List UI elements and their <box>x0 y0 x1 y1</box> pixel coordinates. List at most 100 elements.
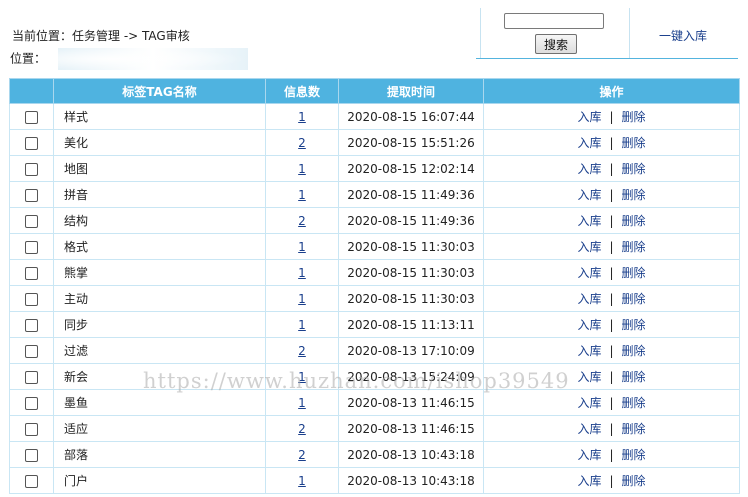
one-click-import-link[interactable]: 一键入库 <box>659 27 707 44</box>
accept-link[interactable]: 入库 <box>577 318 601 332</box>
count-cell: 2 <box>265 337 339 364</box>
delete-link[interactable]: 删除 <box>622 240 646 254</box>
actions-cell: 入库 | 删除 <box>483 233 740 260</box>
row-checkbox[interactable] <box>25 344 38 358</box>
row-select-cell <box>9 415 54 442</box>
accept-link[interactable]: 入库 <box>577 422 601 436</box>
table-row: 过滤 2 2020-08-13 17:10:09 入库 | 删除 <box>9 337 740 364</box>
tag-name: 地图 <box>53 155 266 182</box>
delete-link[interactable]: 删除 <box>622 474 646 488</box>
separator: | <box>609 422 614 436</box>
table-row: 格式 1 2020-08-15 11:30:03 入库 | 删除 <box>9 233 740 260</box>
row-checkbox[interactable] <box>25 318 38 332</box>
delete-link[interactable]: 删除 <box>622 422 646 436</box>
delete-link[interactable]: 删除 <box>622 214 646 228</box>
row-select-cell <box>9 441 54 468</box>
info-count-link[interactable]: 1 <box>298 370 306 384</box>
info-count-link[interactable]: 1 <box>298 474 306 488</box>
extract-time: 2020-08-15 11:30:03 <box>338 259 484 286</box>
accept-link[interactable]: 入库 <box>577 396 601 410</box>
tag-name: 适应 <box>53 415 266 442</box>
tag-name: 美化 <box>53 129 266 156</box>
separator: | <box>609 214 614 228</box>
accept-link[interactable]: 入库 <box>577 162 601 176</box>
info-count-link[interactable]: 2 <box>298 422 306 436</box>
info-count-link[interactable]: 1 <box>298 266 306 280</box>
info-count-link[interactable]: 2 <box>298 344 306 358</box>
actions-cell: 入库 | 删除 <box>483 259 740 286</box>
row-checkbox[interactable] <box>25 162 38 176</box>
info-count-link[interactable]: 1 <box>298 292 306 306</box>
accept-link[interactable]: 入库 <box>577 136 601 150</box>
row-checkbox[interactable] <box>25 240 38 254</box>
count-cell: 1 <box>265 259 339 286</box>
delete-link[interactable]: 删除 <box>622 110 646 124</box>
accept-link[interactable]: 入库 <box>577 110 601 124</box>
delete-link[interactable]: 删除 <box>622 396 646 410</box>
extract-time: 2020-08-15 11:49:36 <box>338 181 484 208</box>
delete-link[interactable]: 删除 <box>622 188 646 202</box>
info-count-link[interactable]: 2 <box>298 448 306 462</box>
row-select-cell <box>9 207 54 234</box>
accept-link[interactable]: 入库 <box>577 344 601 358</box>
info-count-link[interactable]: 2 <box>298 214 306 228</box>
info-count-link[interactable]: 1 <box>298 318 306 332</box>
row-checkbox[interactable] <box>25 292 38 306</box>
separator: | <box>609 188 614 202</box>
accept-link[interactable]: 入库 <box>577 266 601 280</box>
accept-link[interactable]: 入库 <box>577 214 601 228</box>
extract-time: 2020-08-15 11:30:03 <box>338 233 484 260</box>
tag-name: 门户 <box>53 467 266 494</box>
table-row: 地图 1 2020-08-15 12:02:14 入库 | 删除 <box>9 155 740 182</box>
row-checkbox[interactable] <box>25 448 38 462</box>
info-count-link[interactable]: 1 <box>298 162 306 176</box>
row-checkbox[interactable] <box>25 422 38 436</box>
table-row: 同步 1 2020-08-15 11:13:11 入库 | 删除 <box>9 311 740 338</box>
info-count-link[interactable]: 2 <box>298 136 306 150</box>
row-checkbox[interactable] <box>25 136 38 150</box>
delete-link[interactable]: 删除 <box>622 318 646 332</box>
accept-link[interactable]: 入库 <box>577 292 601 306</box>
accept-link[interactable]: 入库 <box>577 240 601 254</box>
delete-link[interactable]: 删除 <box>622 370 646 384</box>
count-cell: 1 <box>265 103 339 130</box>
row-checkbox[interactable] <box>25 188 38 202</box>
table-row: 墨鱼 1 2020-08-13 11:46:15 入库 | 删除 <box>9 389 740 416</box>
row-select-cell <box>9 311 54 338</box>
search-input[interactable] <box>504 13 604 29</box>
delete-link[interactable]: 删除 <box>622 266 646 280</box>
info-count-link[interactable]: 1 <box>298 110 306 124</box>
delete-link[interactable]: 删除 <box>622 136 646 150</box>
actions-cell: 入库 | 删除 <box>483 207 740 234</box>
delete-link[interactable]: 删除 <box>622 292 646 306</box>
table-row: 部落 2 2020-08-13 10:43:18 入库 | 删除 <box>9 441 740 468</box>
accept-link[interactable]: 入库 <box>577 188 601 202</box>
row-select-cell <box>9 129 54 156</box>
accept-link[interactable]: 入库 <box>577 448 601 462</box>
extract-time: 2020-08-15 11:30:03 <box>338 285 484 312</box>
tag-name: 过滤 <box>53 337 266 364</box>
row-checkbox[interactable] <box>25 214 38 228</box>
delete-link[interactable]: 删除 <box>622 162 646 176</box>
actions-cell: 入库 | 删除 <box>483 415 740 442</box>
row-checkbox[interactable] <box>25 266 38 280</box>
info-count-link[interactable]: 1 <box>298 188 306 202</box>
row-select-cell <box>9 467 54 494</box>
row-checkbox[interactable] <box>25 474 38 488</box>
info-count-link[interactable]: 1 <box>298 240 306 254</box>
row-checkbox[interactable] <box>25 110 38 124</box>
col-actions-header: 操作 <box>483 78 740 104</box>
row-select-cell <box>9 389 54 416</box>
accept-link[interactable]: 入库 <box>577 474 601 488</box>
delete-link[interactable]: 删除 <box>622 344 646 358</box>
row-checkbox[interactable] <box>25 396 38 410</box>
actions-cell: 入库 | 删除 <box>483 337 740 364</box>
col-time-header: 提取时间 <box>338 78 484 104</box>
accept-link[interactable]: 入库 <box>577 370 601 384</box>
info-count-link[interactable]: 1 <box>298 396 306 410</box>
table-row: 门户 1 2020-08-13 10:43:18 入库 | 删除 <box>9 467 740 494</box>
search-button[interactable]: 搜索 <box>535 34 577 54</box>
row-checkbox[interactable] <box>25 370 38 384</box>
delete-link[interactable]: 删除 <box>622 448 646 462</box>
actions-cell: 入库 | 删除 <box>483 389 740 416</box>
